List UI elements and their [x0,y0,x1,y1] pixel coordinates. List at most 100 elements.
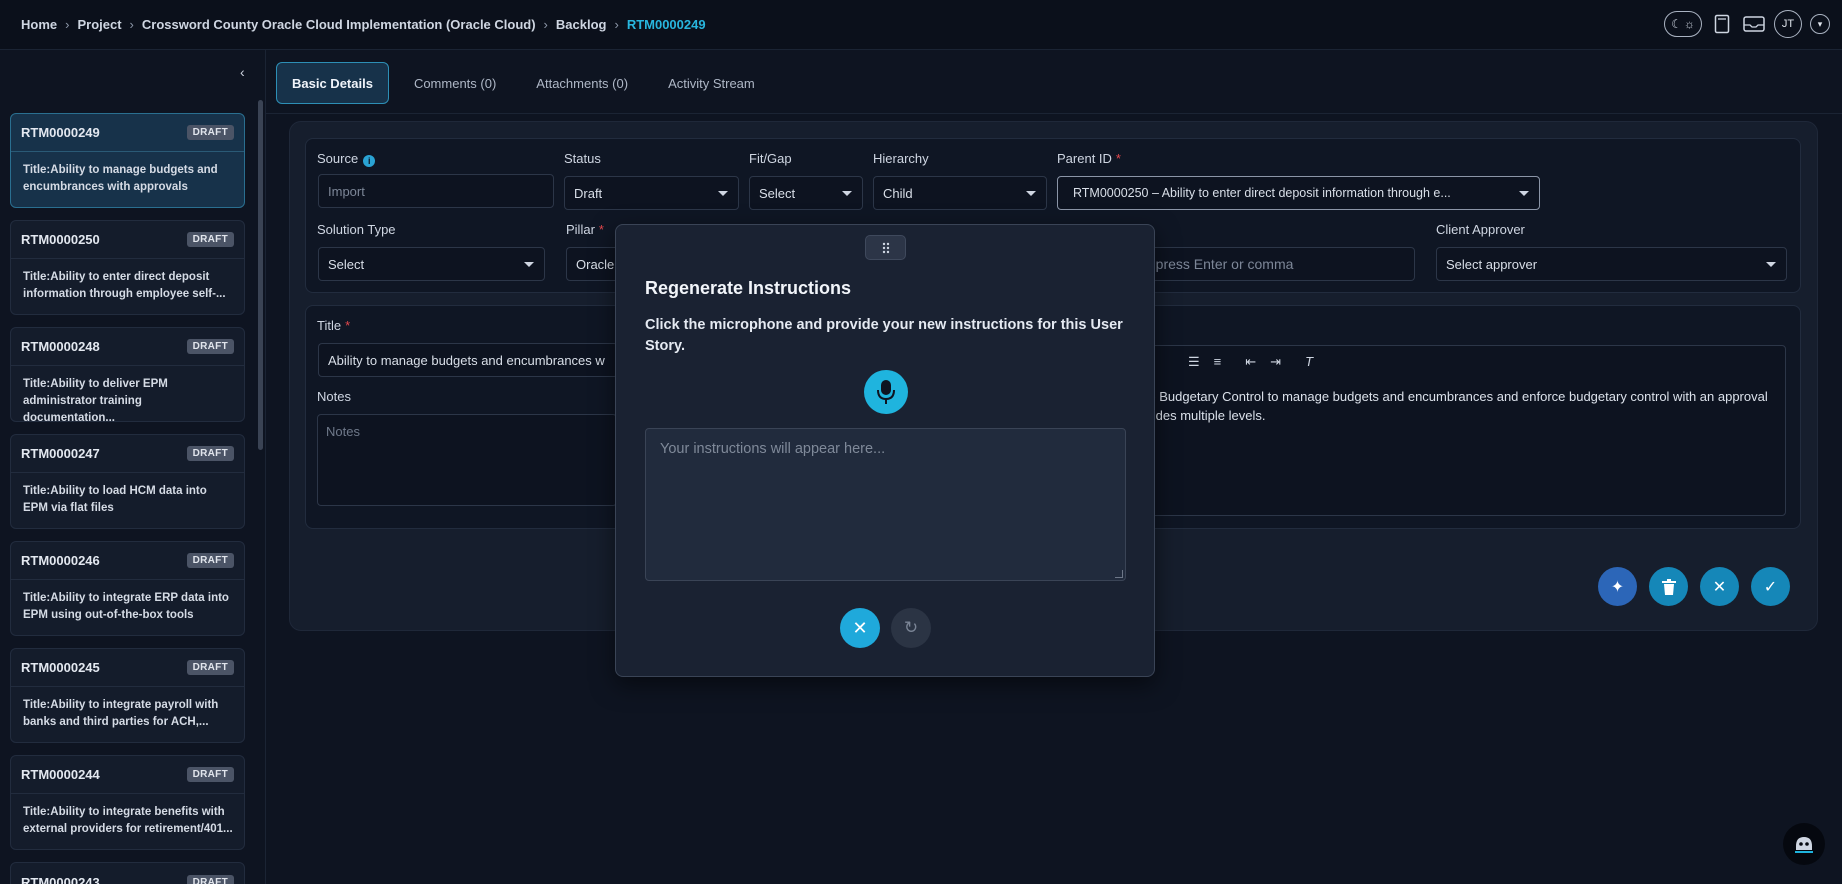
chevron-down-icon [524,262,534,267]
breadcrumb-home[interactable]: Home [21,17,57,32]
inbox-icon[interactable] [1742,11,1766,37]
hierarchy-select[interactable]: Child [873,176,1047,210]
story-card-header: RTM0000247 DRAFT [11,435,244,473]
drag-handle-icon[interactable] [865,235,906,260]
story-card[interactable]: RTM0000245 DRAFT Title:Ability to integr… [10,648,245,743]
regenerate-button[interactable]: ↻ [891,608,931,648]
trash-icon [1661,578,1676,595]
ai-generate-button[interactable]: ✦ [1598,567,1637,606]
breadcrumb-implementation[interactable]: Crossword County Oracle Cloud Implementa… [142,17,536,32]
tab-activity-stream[interactable]: Activity Stream [653,62,770,104]
status-badge: DRAFT [186,232,234,247]
chevron-left-icon[interactable]: ‹ [240,64,245,80]
detail-tabs: Basic Details Comments (0) Attachments (… [276,62,780,104]
status-select[interactable]: Draft [564,176,739,210]
chevron-down-icon [842,191,852,196]
source-input[interactable]: Import [318,174,554,208]
story-card[interactable]: RTM0000243 DRAFT [10,862,245,884]
close-icon: ✕ [852,617,868,638]
story-id: RTM0000249 [21,125,100,140]
chevron-down-icon[interactable]: ▾ [1810,14,1830,34]
ordered-list-icon[interactable]: ☰ [1188,354,1200,370]
status-badge: DRAFT [186,553,234,568]
story-card[interactable]: RTM0000247 DRAFT Title:Ability to load H… [10,434,245,529]
tab-attachments[interactable]: Attachments (0) [521,62,643,104]
story-card-header: RTM0000250 DRAFT [11,221,244,259]
bullet-list-icon[interactable]: ≡ [1214,354,1222,370]
story-card-header: RTM0000248 DRAFT [11,328,244,366]
instructions-textarea[interactable]: Your instructions will appear here... [645,428,1126,581]
outdent-icon[interactable]: ⇤ [1245,354,1256,370]
hierarchy-label: Hierarchy [873,151,929,166]
description-text: cle Budgetary Control to manage budgets … [1139,389,1768,423]
close-modal-button[interactable]: ✕ [840,608,880,648]
save-button[interactable]: ✓ [1751,567,1790,606]
story-id: RTM0000247 [21,446,100,461]
book-icon[interactable] [1710,11,1734,37]
check-icon: ✓ [1763,578,1778,596]
status-badge: DRAFT [186,125,234,140]
breadcrumb-separator: › [614,17,619,32]
solution-type-select[interactable]: Select [318,247,545,281]
status-label: Status [564,151,601,166]
close-icon: ✕ [1712,578,1727,596]
chevron-down-icon [1026,191,1036,196]
bot-icon[interactable] [1783,823,1825,865]
story-title: Title:Ability to deliver EPM administrat… [23,378,168,422]
breadcrumb-project[interactable]: Project [77,17,121,32]
sidebar-scrollbar[interactable] [258,100,263,450]
client-approver-label: Client Approver [1436,222,1525,237]
clear-format-icon[interactable]: T [1305,354,1313,370]
chevron-down-icon [718,191,728,196]
resize-handle[interactable] [1115,570,1123,578]
status-badge: DRAFT [186,660,234,675]
story-card-header: RTM0000246 DRAFT [11,542,244,580]
client-approver-select[interactable]: Select approver [1436,247,1787,281]
microphone-icon [877,380,895,404]
delete-button[interactable] [1649,567,1688,606]
story-id: RTM0000250 [21,232,100,247]
chevron-down-icon [1519,191,1529,196]
parent-id-select[interactable]: RTM0000250 – Ability to enter direct dep… [1057,176,1540,210]
avatar[interactable]: JT [1774,10,1802,38]
story-card[interactable]: RTM0000250 DRAFT Title:Ability to enter … [10,220,245,315]
top-bar: Home › Project › Crossword County Oracle… [0,0,1842,50]
theme-toggle[interactable]: ☾ ☼ [1664,11,1702,37]
title-input[interactable]: Ability to manage budgets and encumbranc… [318,343,618,377]
top-actions: ☾ ☼ JT ▾ [1664,10,1830,38]
refresh-icon: ↻ [903,618,919,637]
story-card-header: RTM0000249 DRAFT [11,114,244,152]
story-card[interactable]: RTM0000244 DRAFT Title:Ability to integr… [10,755,245,850]
info-icon[interactable]: i [363,155,376,167]
moon-icon: ☾ [1671,17,1682,31]
story-list: RTM0000249 DRAFT Title:Ability to manage… [10,113,245,884]
tab-comments[interactable]: Comments (0) [399,62,511,104]
story-card[interactable]: RTM0000249 DRAFT Title:Ability to manage… [10,113,245,208]
indent-icon[interactable]: ⇥ [1270,354,1281,370]
breadcrumb-backlog[interactable]: Backlog [556,17,607,32]
modal-subtitle: Click the microphone and provide your ne… [645,317,1123,354]
tab-basic-details[interactable]: Basic Details [276,62,389,104]
story-card[interactable]: RTM0000248 DRAFT Title:Ability to delive… [10,327,245,422]
tags-input[interactable]: d press Enter or comma [1135,247,1415,281]
cancel-button[interactable]: ✕ [1700,567,1739,606]
story-title: Title:Ability to integrate ERP data into… [23,592,229,621]
notes-textarea[interactable]: Notes [317,414,617,506]
sparkle-icon: ✦ [1610,578,1625,596]
description-editor[interactable] [1130,345,1786,516]
story-card-header: RTM0000244 DRAFT [11,756,244,794]
status-badge: DRAFT [186,874,234,884]
story-title: Title:Ability to integrate payroll with … [23,699,219,728]
breadcrumb-separator: › [543,17,548,32]
story-card[interactable]: RTM0000246 DRAFT Title:Ability to integr… [10,541,245,636]
status-badge: DRAFT [186,767,234,782]
story-title: Title:Ability to integrate benefits with… [23,806,233,835]
story-id: RTM0000244 [21,767,100,782]
breadcrumb-separator: › [129,17,134,32]
status-badge: DRAFT [186,446,234,461]
story-title: Title:Ability to load HCM data into EPM … [23,485,207,514]
fitgap-select[interactable]: Select [749,176,863,210]
source-label: Source i [317,151,376,167]
microphone-button[interactable] [864,370,908,414]
chevron-down-icon [1766,262,1776,267]
